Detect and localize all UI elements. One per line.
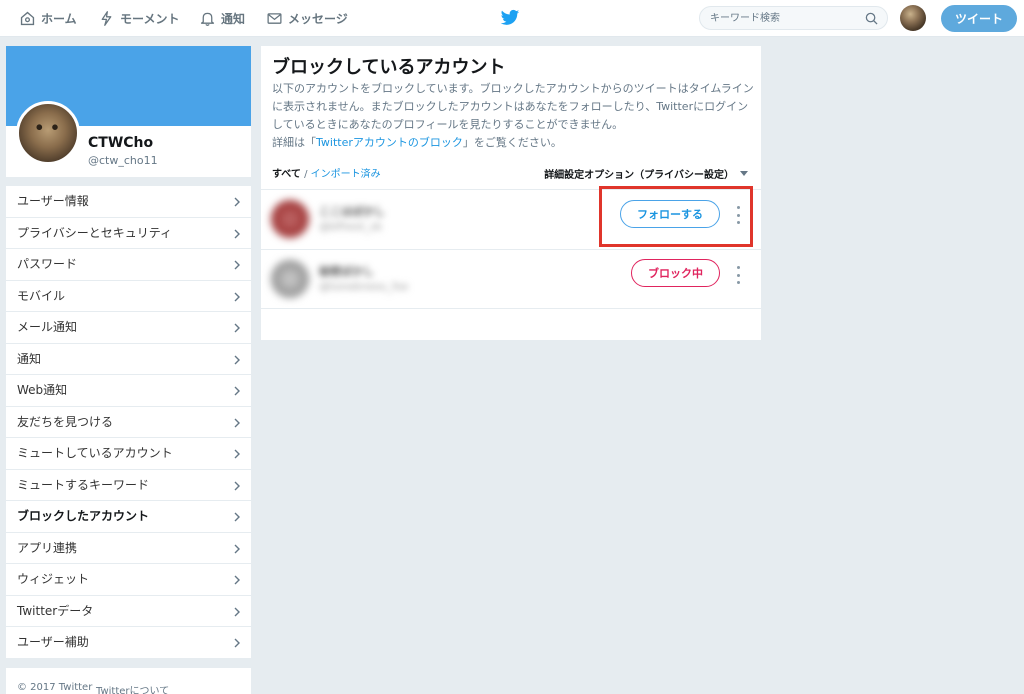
sidebar-menu-item-label: プライバシーとセキュリティ [17,225,173,240]
sidebar-menu-item[interactable]: パスワード [6,249,251,281]
sidebar-menu-item-label: ミュートするキーワード [17,477,150,492]
chevron-right-icon [234,575,240,585]
sidebar-menu-item[interactable]: アプリ連携 [6,533,251,564]
chevron-right-icon [234,386,240,396]
account-handle: @bfhest_sk [319,220,383,233]
twitter-bird-icon[interactable] [500,9,520,27]
sidebar-menu-item[interactable]: ブロックしたアカウント [6,501,251,533]
description-details-suffix: 」をご覧ください。 [462,136,562,149]
home-icon [20,11,35,26]
profile-handle[interactable]: @ctw_cho11 [88,154,158,167]
profile-name[interactable]: CTWCho [88,135,153,151]
tweet-button[interactable]: ツイート [941,5,1017,32]
chevron-right-icon [234,229,240,238]
sidebar-menu-item[interactable]: ミュートするキーワード [6,470,251,501]
follow-button[interactable]: フォローする [620,200,720,228]
sidebar-menu-item-label: モバイル [17,288,66,303]
sidebar-menu-item[interactable]: 友だちを見つける [6,407,251,438]
sidebar-menu-item[interactable]: プライバシーとセキュリティ [6,218,251,249]
chevron-right-icon [234,449,240,459]
search-icon[interactable] [865,12,878,25]
caret-down-icon [740,171,748,176]
chevron-right-icon [234,512,240,522]
nav-home-label: ホーム [41,12,77,26]
filter-separator: / [300,169,311,180]
blocked-accounts-panel: ブロックしているアカウント 以下のアカウントをブロックしています。ブロックしたア… [261,46,761,340]
chevron-right-icon [234,607,240,616]
about-link[interactable]: Twitterについて [96,682,169,694]
account-handle: @tonekness_fse [319,280,409,293]
sidebar-menu-item-label: ユーザー情報 [17,194,89,208]
advanced-options-label: 詳細設定オプション（プライバシー設定） [544,170,734,181]
sidebar-menu-item-label: ミュートしているアカウント [17,446,173,460]
footer-card: © 2017 Twitter Twitterについて [6,668,251,694]
description-text: 以下のアカウントをブロックしています。ブロックしたアカウントからのツイートはタイ… [272,82,754,131]
description-details-prefix: 詳細は「 [272,136,316,149]
more-options-icon[interactable] [734,266,742,284]
account-name[interactable]: 秘密ぼかし [319,263,374,279]
sidebar-menu-item[interactable]: ユーザー情報 [6,186,251,218]
advanced-options-dropdown[interactable]: 詳細設定オプション（プライバシー設定） [544,166,748,181]
panel-description: 以下のアカウントをブロックしています。ブロックしたアカウントからのツイートはタイ… [272,80,754,152]
bell-icon [200,12,215,26]
filter-all[interactable]: すべて [272,169,301,180]
copyright-text: © 2017 Twitter [17,682,93,693]
chevron-right-icon [234,260,240,270]
settings-menu: ユーザー情報プライバシーとセキュリティ パスワードモバイルメール通知通知 Web通知… [6,186,251,658]
blocked-account-row: 秘密ぼかし @tonekness_fse ブロック中 [261,249,761,309]
chevron-right-icon [234,323,240,333]
profile-avatar[interactable] [16,101,80,165]
sidebar-menu-item[interactable]: ユーザー補助 [6,627,251,659]
blocked-account-row: ここはぼかし @bfhest_sk フォローする [261,189,761,249]
sidebar-menu-item[interactable]: モバイル [6,281,251,312]
sidebar-menu-item-label: パスワード [17,257,78,271]
nav-messages[interactable]: メッセージ [266,0,348,37]
blocking-help-link[interactable]: Twitterアカウントのブロック [316,136,463,149]
user-avatar[interactable] [900,5,926,31]
account-avatar[interactable] [271,260,309,298]
chevron-right-icon [234,355,240,364]
account-name[interactable]: ここはぼかし [319,203,385,219]
sidebar-menu-item-label: ウィジェット [17,572,90,586]
nav-moments-label: モーメント [120,12,180,26]
chevron-right-icon [234,292,240,301]
chevron-right-icon [234,418,240,427]
sidebar-menu-item-label: アプリ連携 [17,540,78,555]
sidebar-menu-item[interactable]: 通知 [6,344,251,375]
sidebar-menu-item-label: Web通知 [17,383,68,397]
sidebar-menu-item-label: ブロックしたアカウント [17,509,150,523]
chevron-right-icon [234,481,240,490]
search-box [699,6,888,30]
profile-card: CTWCho @ctw_cho11 [6,46,251,177]
sidebar-menu-item[interactable]: ウィジェット [6,564,251,596]
sidebar-menu-item-label: 友だちを見つける [17,414,114,429]
sidebar-menu-item[interactable]: Web通知 [6,375,251,407]
filter-tabs: すべて / インポート済み [272,165,381,180]
chevron-right-icon [234,638,240,648]
sidebar-menu-item[interactable]: ミュートしているアカウント [6,438,251,470]
account-avatar[interactable] [271,200,309,238]
top-nav-bar: ホーム モーメント 通知 メッセージ ツイート [0,0,1024,37]
sidebar-menu-item[interactable]: Twitterデータ [6,596,251,627]
nav-home[interactable]: ホーム [19,0,77,37]
sidebar-menu-item-label: メール通知 [17,320,78,334]
nav-messages-label: メッセージ [288,12,348,26]
lightning-icon [101,11,112,26]
sidebar-menu-item-label: Twitterデータ [17,603,94,618]
nav-notifications[interactable]: 通知 [199,0,245,37]
nav-moments[interactable]: モーメント [98,0,180,37]
page-title: ブロックしているアカウント [272,57,506,78]
chevron-right-icon [234,544,240,553]
nav-notifications-label: 通知 [221,12,246,26]
search-input[interactable] [710,10,860,26]
more-options-icon[interactable] [734,206,742,224]
envelope-icon [267,13,282,24]
sidebar-menu-item-label: 通知 [17,351,42,366]
blocking-button[interactable]: ブロック中 [631,259,720,287]
filter-imported[interactable]: インポート済み [311,169,381,180]
sidebar-menu-item[interactable]: メール通知 [6,312,251,344]
chevron-right-icon [234,197,240,207]
sidebar-menu-item-label: ユーザー補助 [17,635,89,649]
